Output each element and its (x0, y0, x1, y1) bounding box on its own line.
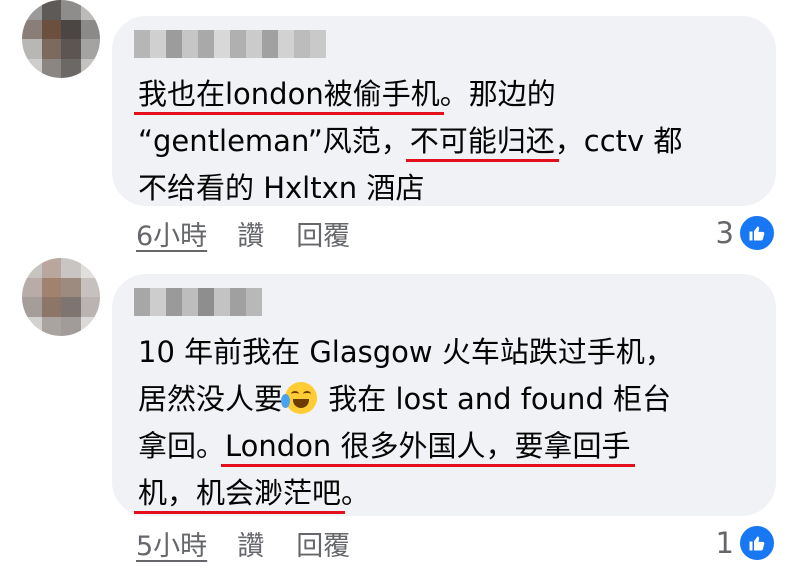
comment-text-line: 居然没人要 我在 lost and found 柜台 (138, 376, 674, 423)
comment-bubble: 10 年前我在 Glasgow 火车站跌过手机， 居然没人要 我在 lost an… (112, 274, 776, 516)
like-link[interactable]: 讚 (237, 524, 264, 563)
comment-timestamp[interactable]: 5小時 (136, 524, 207, 563)
avatar[interactable] (22, 0, 100, 78)
text-segment: ，cctv 都 (554, 124, 683, 158)
text-segment: 居然没人要 (138, 382, 284, 416)
comment-text: 我也在london被偷手机。那边的 “gentleman”风范，不可能归还，cct… (138, 71, 682, 212)
like-link[interactable]: 讚 (237, 214, 264, 253)
comment-bubble: 我也在london被偷手机。那边的 “gentleman”风范，不可能归还，cct… (112, 16, 776, 206)
underlined-text: 我也在london被偷手机 (138, 77, 440, 111)
comment-text-line: 10 年前我在 Glasgow 火车站跌过手机， (138, 329, 674, 376)
text-segment: “gentleman”风范， (138, 124, 410, 158)
comment-actions: 6小時 讚 回覆 (136, 214, 382, 253)
reaction-summary[interactable]: 1 (716, 524, 776, 562)
commenter-name-blurred[interactable] (134, 30, 326, 58)
underlined-text: 机，机会渺茫吧 (138, 476, 342, 510)
comment: 我也在london被偷手机。那边的 “gentleman”风范，不可能归还，cct… (0, 0, 800, 265)
reaction-summary[interactable]: 3 (716, 214, 776, 252)
comment-text-line: 不给看的 Hxltxn 酒店 (138, 165, 682, 212)
commenter-name-blurred[interactable] (134, 288, 262, 316)
comment: 10 年前我在 Glasgow 火车站跌过手机， 居然没人要 我在 lost an… (0, 258, 800, 567)
text-segment: 不给看的 Hxltxn 酒店 (138, 171, 425, 205)
comment-actions: 5小時 讚 回覆 (136, 524, 382, 563)
comment-text-line: 机，机会渺茫吧。 (138, 470, 674, 517)
text-segment: 拿回。 (138, 429, 226, 463)
text-segment: 10 年前我在 Glasgow 火车站跌过手机， (138, 335, 674, 369)
comment-timestamp[interactable]: 6小時 (136, 214, 207, 253)
face-with-tears-of-joy-icon (281, 382, 318, 414)
text-segment: 。 (341, 476, 371, 510)
underlined-text: London 很多外国人，要拿回手 (225, 429, 631, 463)
reaction-count: 1 (715, 526, 734, 560)
comment-text-line: “gentleman”风范，不可能归还，cctv 都 (138, 118, 682, 165)
comment-text-line: 拿回。London 很多外国人，要拿回手 (138, 423, 674, 470)
text-segment: 。那边的 (439, 77, 556, 111)
reaction-count: 3 (715, 216, 734, 250)
comment-text: 10 年前我在 Glasgow 火车站跌过手机， 居然没人要 我在 lost an… (138, 329, 674, 517)
thumbs-up-icon (738, 214, 776, 252)
reply-link[interactable]: 回覆 (296, 524, 350, 563)
reply-link[interactable]: 回覆 (296, 214, 350, 253)
avatar[interactable] (22, 258, 100, 336)
underlined-text: 不可能归还 (409, 124, 555, 158)
text-segment: 我在 lost and found 柜台 (319, 382, 672, 416)
thumbs-up-icon (738, 524, 776, 562)
comment-text-line: 我也在london被偷手机。那边的 (138, 71, 682, 118)
